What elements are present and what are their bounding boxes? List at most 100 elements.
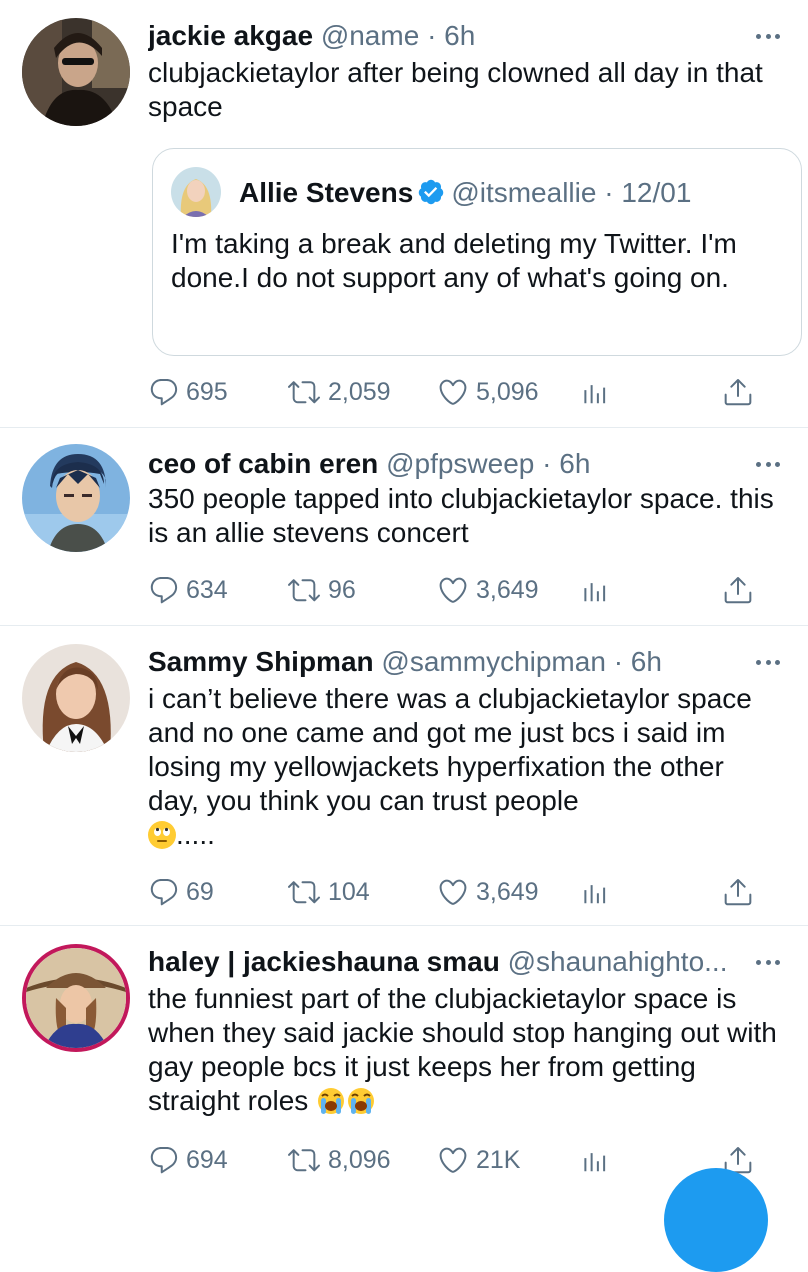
- reply-icon: [148, 574, 180, 606]
- action-bar: 695 2,059 5,096: [148, 372, 768, 412]
- retweet-count: 96: [328, 575, 356, 604]
- tweet-header: jackie akgae @name · 6h: [148, 18, 748, 54]
- retweet-count: 2,059: [328, 377, 391, 406]
- reply-count: 634: [186, 575, 228, 604]
- retweet-count: 104: [328, 877, 370, 906]
- more-icon[interactable]: [756, 644, 780, 680]
- crying-emoji-icon: [316, 1086, 376, 1124]
- retweet-icon: [286, 876, 322, 908]
- reply-count: 695: [186, 377, 228, 406]
- retweet-icon: [286, 574, 322, 606]
- like-count: 5,096: [476, 377, 539, 406]
- avatar[interactable]: [22, 644, 130, 752]
- tweet-text: 350 people tapped into clubjackietaylor …: [148, 483, 774, 548]
- author-name[interactable]: haley | jackieshauna smau: [148, 946, 500, 977]
- heart-icon: [436, 574, 470, 606]
- share-icon: [722, 376, 754, 408]
- quote-header: Allie Stevens @itsmeallie · 12/01: [239, 175, 691, 211]
- tweet-text-block: the funniest part of the clubjackietaylo…: [148, 982, 778, 1124]
- quote-tweet[interactable]: Allie Stevens @itsmeallie · 12/01 I'm tak…: [152, 148, 802, 356]
- share-icon: [722, 876, 754, 908]
- like-count: 3,649: [476, 877, 539, 906]
- tweet-text: the funniest part of the clubjackietaylo…: [148, 983, 777, 1116]
- avatar[interactable]: [22, 944, 130, 1052]
- eye-roll-emoji-icon: [148, 821, 176, 849]
- retweet-count: 8,096: [328, 1145, 391, 1174]
- tweet[interactable]: Sammy Shipman @sammychipman · 6h i can’t…: [0, 626, 808, 926]
- reply-count: 69: [186, 877, 214, 906]
- quote-avatar[interactable]: [171, 167, 221, 217]
- author-handle[interactable]: @pfpsweep: [386, 448, 534, 479]
- timestamp[interactable]: 6h: [559, 448, 590, 479]
- author-name[interactable]: Sammy Shipman: [148, 646, 374, 677]
- reply-button[interactable]: 69: [148, 872, 214, 912]
- separator: ·: [542, 448, 552, 479]
- tweet[interactable]: haley | jackieshauna smau @shaunahighto.…: [0, 926, 808, 1200]
- reply-button[interactable]: 694: [148, 1140, 228, 1180]
- heart-icon: [436, 1144, 470, 1176]
- share-button[interactable]: [722, 872, 760, 912]
- quote-author-name: Allie Stevens: [239, 177, 414, 208]
- analytics-button[interactable]: [580, 1140, 616, 1180]
- timestamp[interactable]: 6h: [631, 646, 662, 677]
- author-handle[interactable]: @shaunahighto...: [508, 946, 728, 977]
- reply-button[interactable]: 695: [148, 372, 228, 412]
- more-icon[interactable]: [756, 18, 780, 54]
- tweet[interactable]: ceo of cabin eren @pfpsweep · 6h 350 peo…: [0, 428, 808, 626]
- retweet-icon: [286, 376, 322, 408]
- reply-icon: [148, 876, 180, 908]
- like-button[interactable]: 21K: [436, 1140, 520, 1180]
- analytics-icon: [580, 574, 610, 606]
- like-count: 21K: [476, 1145, 521, 1174]
- author-handle[interactable]: @name: [321, 20, 419, 51]
- tweet-header: ceo of cabin eren @pfpsweep · 6h: [148, 446, 748, 482]
- retweet-icon: [286, 1144, 322, 1176]
- reply-icon: [148, 1144, 180, 1176]
- analytics-button[interactable]: [580, 372, 616, 412]
- action-bar: 69 104 3,649: [148, 872, 768, 912]
- share-button[interactable]: [722, 372, 760, 412]
- separator: ·: [427, 20, 437, 51]
- like-button[interactable]: 3,649: [436, 872, 539, 912]
- tweet-header: haley | jackieshauna smau @shaunahighto.…: [148, 944, 740, 980]
- more-icon[interactable]: [756, 446, 780, 482]
- like-button[interactable]: 3,649: [436, 570, 539, 610]
- separator: ·: [613, 646, 624, 677]
- analytics-button[interactable]: [580, 570, 616, 610]
- avatar[interactable]: [22, 18, 130, 126]
- quote-text: I'm taking a break and deleting my Twitt…: [171, 228, 737, 293]
- separator: ·: [604, 177, 614, 208]
- author-name[interactable]: ceo of cabin eren: [148, 448, 378, 479]
- retweet-button[interactable]: 8,096: [286, 1140, 391, 1180]
- reply-count: 694: [186, 1145, 228, 1174]
- heart-icon: [436, 376, 470, 408]
- tweet-text: i can’t believe there was a clubjackieta…: [148, 683, 752, 816]
- analytics-icon: [580, 876, 610, 908]
- reply-button[interactable]: 634: [148, 570, 228, 610]
- avatar[interactable]: [22, 444, 130, 552]
- tweet-header: Sammy Shipman @sammychipman · 6h: [148, 644, 748, 680]
- tweet-text-block: i can’t believe there was a clubjackieta…: [148, 682, 778, 852]
- more-icon[interactable]: [756, 944, 780, 980]
- action-bar: 694 8,096 21K: [148, 1140, 768, 1180]
- retweet-button[interactable]: 96: [286, 570, 356, 610]
- like-count: 3,649: [476, 575, 539, 604]
- analytics-button[interactable]: [580, 872, 616, 912]
- author-handle[interactable]: @sammychipman: [381, 646, 605, 677]
- timestamp[interactable]: 6h: [444, 20, 475, 51]
- compose-tweet-button[interactable]: [664, 1168, 768, 1272]
- analytics-icon: [580, 376, 610, 408]
- reply-icon: [148, 376, 180, 408]
- tweet[interactable]: jackie akgae @name · 6h clubjackietaylor…: [0, 0, 808, 428]
- tweet-text-suffix: .....: [176, 819, 215, 850]
- share-icon: [722, 574, 754, 606]
- tweet-text: clubjackietaylor after being clowned all…: [148, 57, 763, 122]
- author-name[interactable]: jackie akgae: [148, 20, 313, 51]
- verified-badge-icon: [419, 179, 444, 205]
- retweet-button[interactable]: 104: [286, 872, 370, 912]
- action-bar: 634 96 3,649: [148, 570, 768, 610]
- retweet-button[interactable]: 2,059: [286, 372, 391, 412]
- quote-author-handle: @itsmeallie: [451, 177, 597, 208]
- like-button[interactable]: 5,096: [436, 372, 539, 412]
- share-button[interactable]: [722, 570, 760, 610]
